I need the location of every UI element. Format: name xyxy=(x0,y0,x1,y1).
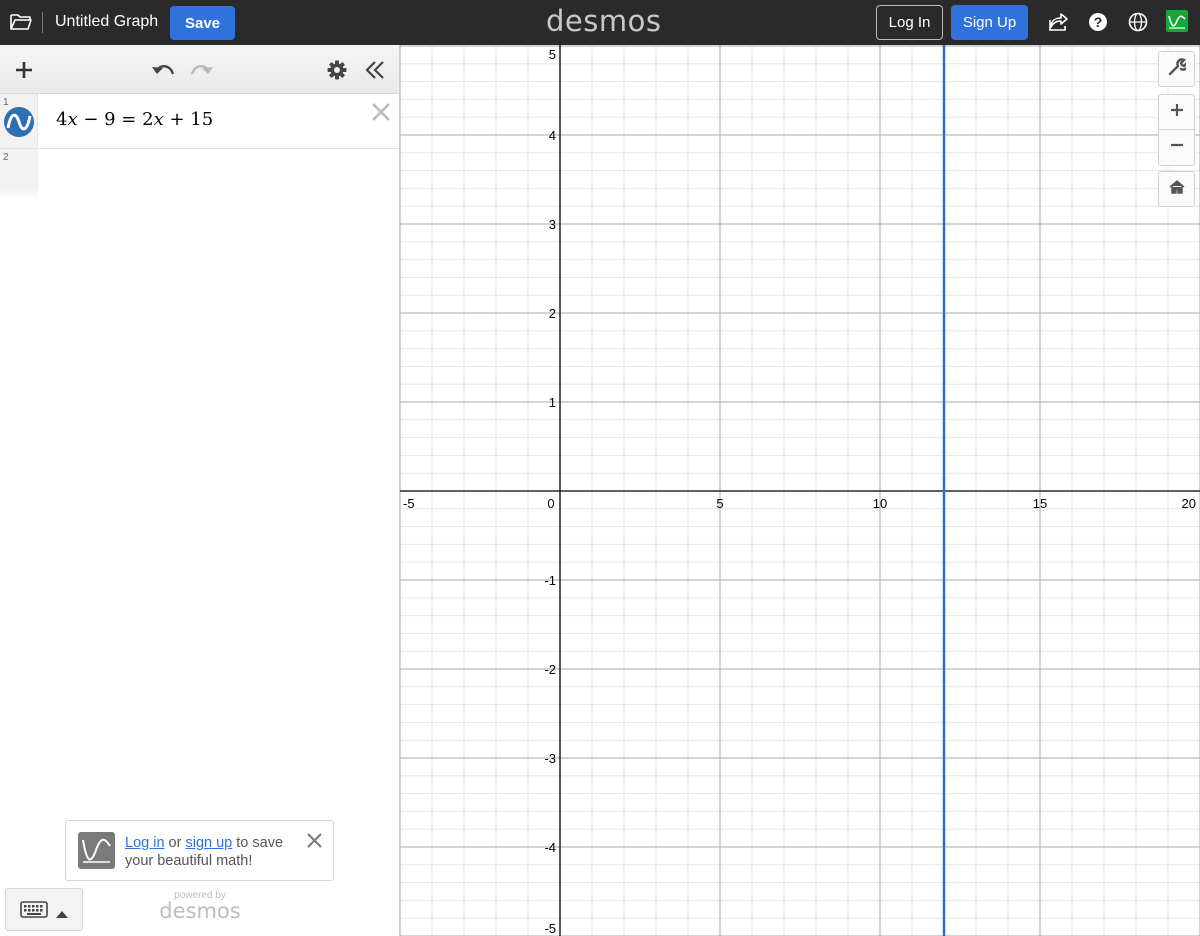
keyboard-toggle-button[interactable] xyxy=(5,888,83,931)
desmos-logo: desmos xyxy=(546,4,662,38)
toast-message: Log in or sign up to save your beautiful… xyxy=(125,835,284,869)
title-separator xyxy=(42,12,43,33)
close-icon[interactable] xyxy=(307,833,322,848)
zoom-out-button[interactable] xyxy=(1158,130,1195,166)
zoom-in-icon xyxy=(1170,103,1184,122)
y-tick-label: -5 xyxy=(544,921,556,936)
x-tick-label: 0 xyxy=(547,496,554,511)
y-tick-label: -4 xyxy=(544,840,556,855)
y-tick-label: 5 xyxy=(549,47,556,62)
svg-text:?: ? xyxy=(1094,14,1103,30)
expression-gutter: 1 xyxy=(0,94,38,148)
y-tick-label: 4 xyxy=(549,128,556,143)
share-icon[interactable] xyxy=(1047,11,1069,33)
y-tick-label: 3 xyxy=(549,217,556,232)
zoom-in-button[interactable] xyxy=(1158,94,1195,130)
y-tick-label: 2 xyxy=(549,306,556,321)
redo-icon[interactable] xyxy=(189,57,215,83)
login-link[interactable]: Log in xyxy=(125,835,165,851)
expression-index: 2 xyxy=(3,152,9,163)
chevron-up-icon xyxy=(56,905,68,923)
help-icon[interactable]: ? xyxy=(1087,11,1109,33)
expression-gutter: 2 xyxy=(0,149,38,199)
graph-paper[interactable]: -5 0 5 10 15 20 -5 -4 -3 -2 -1 1 2 3 4 5 xyxy=(400,45,1200,936)
y-tick-label: -2 xyxy=(544,662,556,677)
keyboard-icon xyxy=(20,901,48,924)
x-tick-label: 15 xyxy=(1033,496,1047,511)
delete-expression-icon[interactable] xyxy=(371,102,391,122)
x-tick-label: 10 xyxy=(873,496,887,511)
language-icon[interactable] xyxy=(1127,11,1149,33)
x-tick-label: -5 xyxy=(403,496,415,511)
desmos-graph-icon xyxy=(78,832,115,869)
graph-settings-button[interactable] xyxy=(1158,51,1195,87)
add-icon[interactable] xyxy=(11,57,37,83)
graph-style-icon[interactable] xyxy=(3,106,35,143)
signup-button[interactable]: Sign Up xyxy=(951,5,1028,40)
expression-panel: 1 4x − 9 = 2x + 15 2 Log in or sign up t… xyxy=(0,45,400,936)
undo-icon[interactable] xyxy=(150,57,176,83)
profile-graph-icon[interactable] xyxy=(1166,10,1188,32)
powered-by: powered by desmos xyxy=(150,890,250,923)
x-tick-label: 5 xyxy=(716,496,723,511)
save-button[interactable]: Save xyxy=(170,6,235,40)
default-viewport-button[interactable] xyxy=(1158,171,1195,207)
y-tick-label: -3 xyxy=(544,751,556,766)
zoom-out-icon xyxy=(1170,138,1184,157)
expression-row[interactable]: 2 xyxy=(0,149,399,199)
collapse-icon[interactable] xyxy=(362,57,388,83)
save-prompt-toast: Log in or sign up to save your beautiful… xyxy=(65,820,334,881)
signup-link[interactable]: sign up xyxy=(185,835,232,851)
expression-toolbar xyxy=(0,45,399,94)
expression-math[interactable]: 4x − 9 = 2x + 15 xyxy=(56,109,213,130)
y-tick-label: 1 xyxy=(549,395,556,410)
y-tick-label: -1 xyxy=(544,573,556,588)
powered-by-logo: desmos xyxy=(159,899,241,923)
login-button[interactable]: Log In xyxy=(876,5,943,40)
x-tick-label: 20 xyxy=(1182,496,1196,511)
top-bar: Untitled Graph Save desmos Log In Sign U… xyxy=(0,0,1200,45)
expression-row[interactable]: 1 4x − 9 = 2x + 15 xyxy=(0,94,399,149)
graph-title[interactable]: Untitled Graph xyxy=(55,13,158,31)
home-icon xyxy=(1169,179,1185,199)
folder-icon[interactable] xyxy=(9,11,33,33)
wrench-icon xyxy=(1168,57,1189,81)
graph-canvas[interactable]: -5 0 5 10 15 20 -5 -4 -3 -2 -1 1 2 3 4 5 xyxy=(400,45,1200,936)
settings-icon[interactable] xyxy=(324,57,350,83)
